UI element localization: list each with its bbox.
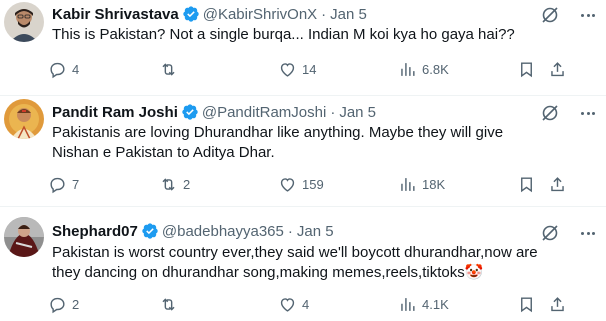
like-icon <box>280 177 295 192</box>
repost-button[interactable]: 2 <box>159 173 190 195</box>
timestamp[interactable]: Jan 5 <box>339 104 376 121</box>
like-button[interactable]: 159 <box>278 173 324 195</box>
repost-button[interactable] <box>159 58 183 80</box>
share-button[interactable] <box>548 173 567 195</box>
avatar[interactable] <box>4 217 44 257</box>
reply-button[interactable]: 2 <box>48 293 79 315</box>
action-bar: 4 14 6.8K <box>48 58 578 80</box>
share-icon <box>551 61 564 76</box>
clown-emoji: 🤡 <box>464 264 484 281</box>
bookmark-icon <box>521 296 532 312</box>
user-handle[interactable]: @KabirShrivOnX <box>203 6 317 23</box>
reply-header: Pandit Ram Joshi @PanditRamJoshi · Jan 5 <box>52 102 376 122</box>
views-icon <box>401 62 415 76</box>
separator-dot: · <box>287 222 293 240</box>
timestamp[interactable]: Jan 5 <box>297 223 334 240</box>
action-bar: 2 4 4.1K <box>48 293 578 315</box>
view-count: 4.1K <box>422 296 449 312</box>
bookmark-button[interactable] <box>517 293 536 315</box>
repost-icon <box>162 62 175 76</box>
grok-icon[interactable] <box>540 223 560 243</box>
bookmark-button[interactable] <box>517 173 536 195</box>
avatar[interactable] <box>4 2 44 42</box>
grok-icon[interactable] <box>540 5 560 25</box>
bookmark-icon <box>521 61 532 77</box>
avatar[interactable] <box>4 99 44 139</box>
reply-text: Pakistan is worst country ever,they said… <box>52 243 552 283</box>
like-count: 14 <box>302 61 317 77</box>
reply-icon <box>50 177 65 193</box>
reply-header: Shephard07 @badebhayya365 · Jan 5 <box>52 221 334 241</box>
like-button[interactable]: 4 <box>278 293 309 315</box>
display-name[interactable]: Pandit Ram Joshi <box>52 104 178 121</box>
reply-text: Pakistanis are loving Dhurandhar like an… <box>52 124 504 161</box>
reply-button[interactable]: 4 <box>48 58 79 80</box>
timestamp[interactable]: Jan 5 <box>330 6 367 23</box>
view-count: 18K <box>422 176 446 192</box>
share-button[interactable] <box>548 293 567 315</box>
reply-count: 2 <box>72 296 80 312</box>
bookmark-icon <box>521 176 532 192</box>
reply-header: Kabir Shrivastava @KabirShrivOnX · Jan 5 <box>52 4 367 24</box>
display-name[interactable]: Shephard07 <box>52 223 138 240</box>
more-icon[interactable] <box>578 103 598 123</box>
like-button[interactable]: 14 <box>278 58 316 80</box>
reply-icon <box>50 62 65 78</box>
share-icon <box>551 176 564 191</box>
share-button[interactable] <box>548 58 567 80</box>
user-handle[interactable]: @badebhayya365 <box>162 223 284 240</box>
bookmark-button[interactable] <box>517 58 536 80</box>
views-button[interactable]: 6.8K <box>398 58 449 80</box>
reply-tweet[interactable]: Pandit Ram Joshi @PanditRamJoshi · Jan 5… <box>0 96 606 207</box>
more-icon[interactable] <box>578 223 598 243</box>
separator-dot: · <box>330 103 336 121</box>
display-name[interactable]: Kabir Shrivastava <box>52 6 179 23</box>
action-bar: 7 2 159 18K <box>48 173 578 195</box>
views-button[interactable]: 4.1K <box>398 293 449 315</box>
reply-text: This is Pakistan? Not a single burqa... … <box>52 26 515 43</box>
separator-dot: · <box>321 5 327 23</box>
verified-badge-icon <box>181 103 199 121</box>
reply-tweet[interactable]: Kabir Shrivastava @KabirShrivOnX · Jan 5… <box>0 0 606 96</box>
repost-count: 2 <box>183 176 191 192</box>
more-icon[interactable] <box>578 5 598 25</box>
verified-badge-icon <box>182 5 200 23</box>
share-icon <box>551 296 564 311</box>
view-count: 6.8K <box>422 61 449 77</box>
views-icon <box>401 177 415 191</box>
user-handle[interactable]: @PanditRamJoshi <box>202 104 326 121</box>
like-icon <box>280 297 295 312</box>
reply-count: 4 <box>72 61 80 77</box>
repost-icon <box>162 297 175 311</box>
reply-count: 7 <box>72 176 80 192</box>
views-button[interactable]: 18K <box>398 173 445 195</box>
like-icon <box>280 62 295 77</box>
repost-button[interactable] <box>159 293 183 315</box>
repost-icon <box>162 177 175 191</box>
reply-button[interactable]: 7 <box>48 173 79 195</box>
views-icon <box>401 297 415 311</box>
reply-icon <box>50 297 65 313</box>
grok-icon[interactable] <box>540 103 560 123</box>
verified-badge-icon <box>141 222 159 240</box>
reply-tweet[interactable]: Shephard07 @badebhayya365 · Jan 5 Pakist… <box>0 207 606 321</box>
like-count: 4 <box>302 296 310 312</box>
like-count: 159 <box>302 176 324 192</box>
